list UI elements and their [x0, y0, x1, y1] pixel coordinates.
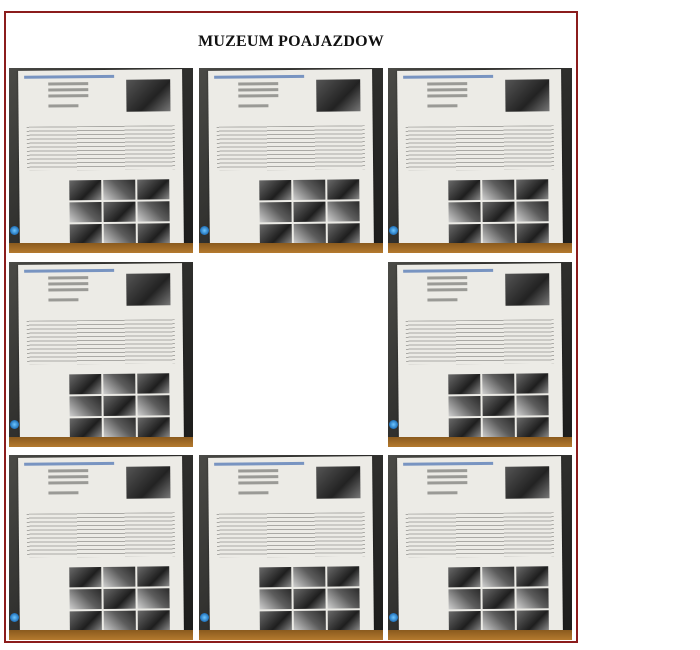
start-orb-icon	[200, 226, 209, 235]
page-frame: MUZEUM POAJAZDOW	[4, 11, 578, 643]
desk-edge	[388, 630, 572, 640]
thumbnail-document	[397, 263, 563, 443]
thumbnail-document	[397, 456, 563, 636]
gallery-thumbnail-9[interactable]	[388, 455, 572, 640]
start-orb-icon	[389, 226, 398, 235]
page-title: MUZEUM POAJAZDOW	[198, 33, 384, 50]
gallery-thumbnail-7[interactable]	[9, 455, 193, 640]
thumbnail-document	[18, 456, 184, 636]
thumbnail-document	[18, 69, 184, 249]
start-orb-icon	[389, 613, 398, 622]
desk-edge	[199, 243, 383, 253]
desk-edge	[9, 437, 193, 447]
desk-edge	[388, 437, 572, 447]
thumbnail-document	[397, 69, 563, 249]
desk-edge	[9, 630, 193, 640]
gallery-thumbnail-8[interactable]	[199, 455, 383, 640]
start-orb-icon	[10, 613, 19, 622]
gallery-thumbnail-3[interactable]	[388, 68, 572, 253]
gallery-thumbnail-1[interactable]	[9, 68, 193, 253]
thumbnail-document	[18, 263, 184, 443]
desk-edge	[388, 243, 572, 253]
start-orb-icon	[10, 226, 19, 235]
gallery-thumbnail-2[interactable]	[199, 68, 383, 253]
gallery-thumbnail-5-empty	[199, 262, 383, 447]
thumbnail-document	[208, 69, 374, 249]
gallery-thumbnail-6[interactable]	[388, 262, 572, 447]
gallery-thumbnail-4[interactable]	[9, 262, 193, 447]
start-orb-icon	[200, 613, 209, 622]
desk-edge	[199, 630, 383, 640]
desk-edge	[9, 243, 193, 253]
thumbnail-document	[208, 456, 374, 636]
start-orb-icon	[389, 420, 398, 429]
start-orb-icon	[10, 420, 19, 429]
